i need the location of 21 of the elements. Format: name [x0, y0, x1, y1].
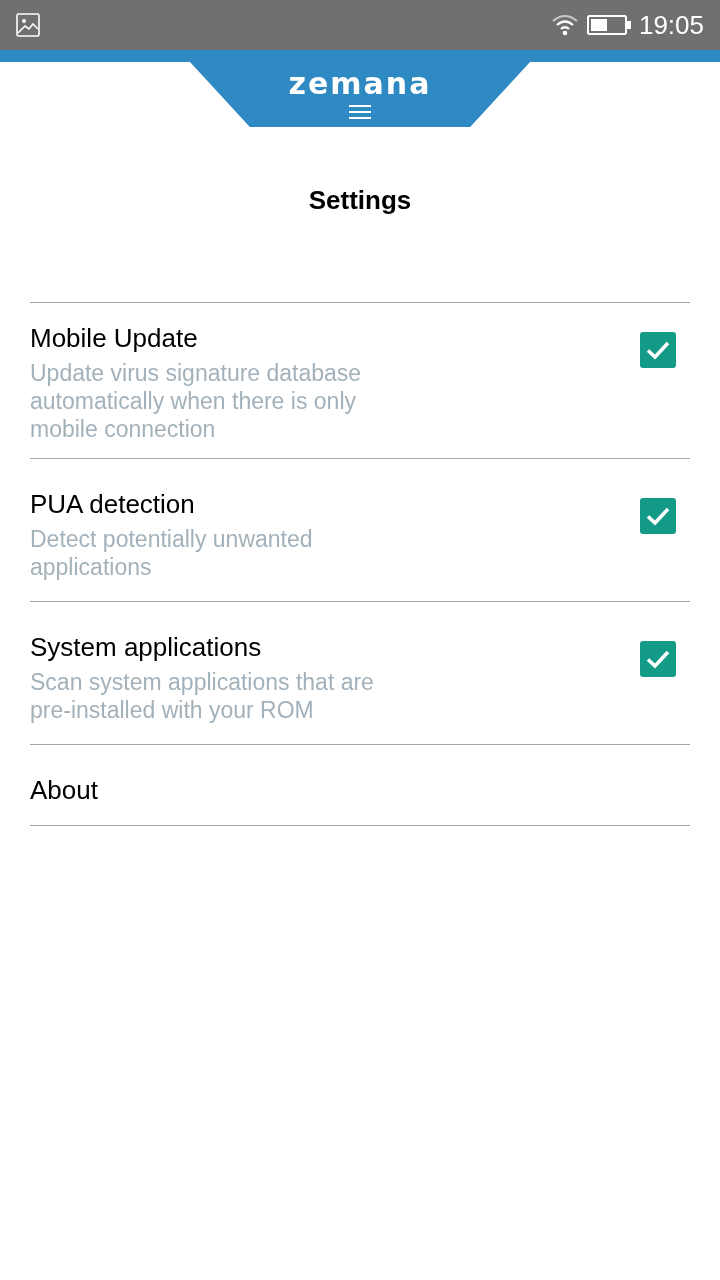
- wifi-icon: [551, 14, 578, 36]
- settings-item[interactable]: PUA detection Detect potentially unwanted applications: [30, 459, 690, 602]
- app-logo: zemana: [288, 68, 432, 100]
- settings-item[interactable]: Mobile Update Update virus signature database automatically when there is only mobile connection: [30, 303, 690, 459]
- checkbox-checked-icon[interactable]: [640, 332, 676, 368]
- setting-title: About: [30, 775, 98, 805]
- setting-title: System applications: [30, 632, 262, 662]
- clock-time: 19:05: [638, 9, 704, 41]
- setting-description: Scan system applications that are pre-installed with your ROM: [30, 668, 375, 724]
- settings-item[interactable]: About: [30, 745, 690, 826]
- settings-item[interactable]: System applications Scan system applications that are pre-installed with your ROM: [30, 602, 690, 745]
- menu-icon[interactable]: [349, 102, 371, 122]
- setting-description: Update virus signature database automatically when there is only mobile connection: [30, 359, 363, 443]
- image-icon: [16, 13, 40, 37]
- checkbox-checked-icon[interactable]: [640, 498, 676, 534]
- checkbox-checked-icon[interactable]: [640, 641, 676, 677]
- setting-title: PUA detection: [30, 489, 195, 519]
- setting-description: Detect potentially unwanted applications: [30, 525, 314, 581]
- setting-title: Mobile Update: [30, 323, 198, 353]
- page-title: Settings: [308, 185, 412, 215]
- battery-icon: [586, 15, 631, 35]
